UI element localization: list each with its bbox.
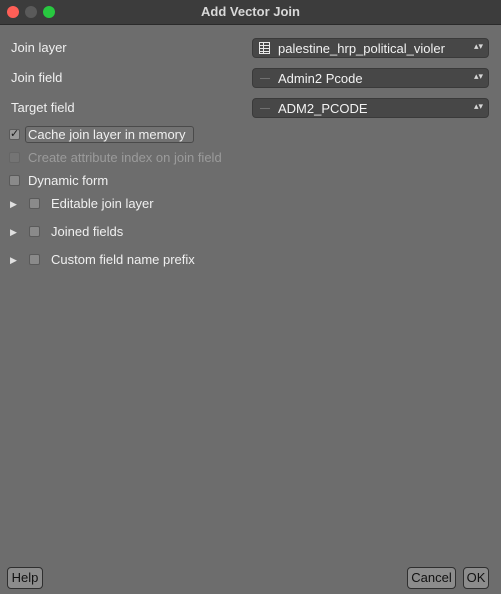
field-type-icon <box>260 78 270 79</box>
target-field-combo[interactable]: ADM2_PCODE ▴▾ <box>252 98 489 118</box>
target-field-value: ADM2_PCODE <box>278 101 368 116</box>
editable-join-layer-checkbox[interactable] <box>29 198 40 209</box>
join-field-combo[interactable]: Admin2 Pcode ▴▾ <box>252 68 489 88</box>
triangle-right-icon[interactable]: ▶ <box>10 199 17 210</box>
help-button[interactable]: Help <box>7 567 43 589</box>
updown-arrow-icon: ▴▾ <box>473 41 483 51</box>
updown-arrow-icon: ▴▾ <box>473 101 483 111</box>
ok-button[interactable]: OK <box>463 567 489 589</box>
cache-join-layer-checkbox[interactable] <box>9 127 20 140</box>
create-index-label: Create attribute index on join field <box>28 150 222 165</box>
target-field-label: Target field <box>11 100 75 115</box>
dynamic-form-label[interactable]: Dynamic form <box>28 173 108 188</box>
window-title: Add Vector Join <box>201 4 300 19</box>
field-type-icon <box>260 108 270 109</box>
table-layer-icon <box>259 42 270 54</box>
editable-join-layer-label[interactable]: Editable join layer <box>51 196 154 211</box>
join-layer-value: palestine_hrp_political_violer <box>278 41 445 56</box>
custom-prefix-checkbox[interactable] <box>29 254 40 265</box>
create-index-checkbox <box>9 152 20 163</box>
join-field-value: Admin2 Pcode <box>278 71 363 86</box>
custom-prefix-label[interactable]: Custom field name prefix <box>51 252 195 267</box>
cache-join-layer-label[interactable]: Cache join layer in memory <box>28 127 186 142</box>
cancel-button[interactable]: Cancel <box>407 567 456 589</box>
triangle-right-icon[interactable]: ▶ <box>10 255 17 266</box>
join-field-label: Join field <box>11 70 63 85</box>
joined-fields-checkbox[interactable] <box>29 226 40 237</box>
title-bar: Add Vector Join <box>0 0 501 25</box>
joined-fields-label[interactable]: Joined fields <box>51 224 123 239</box>
add-vector-join-dialog: Add Vector Join Join layer palestine_hrp… <box>0 0 501 594</box>
updown-arrow-icon: ▴▾ <box>473 71 483 81</box>
triangle-right-icon[interactable]: ▶ <box>10 227 17 238</box>
join-layer-label: Join layer <box>11 40 67 55</box>
dynamic-form-checkbox[interactable] <box>9 175 20 186</box>
join-layer-combo[interactable]: palestine_hrp_political_violer ▴▾ <box>252 38 489 58</box>
